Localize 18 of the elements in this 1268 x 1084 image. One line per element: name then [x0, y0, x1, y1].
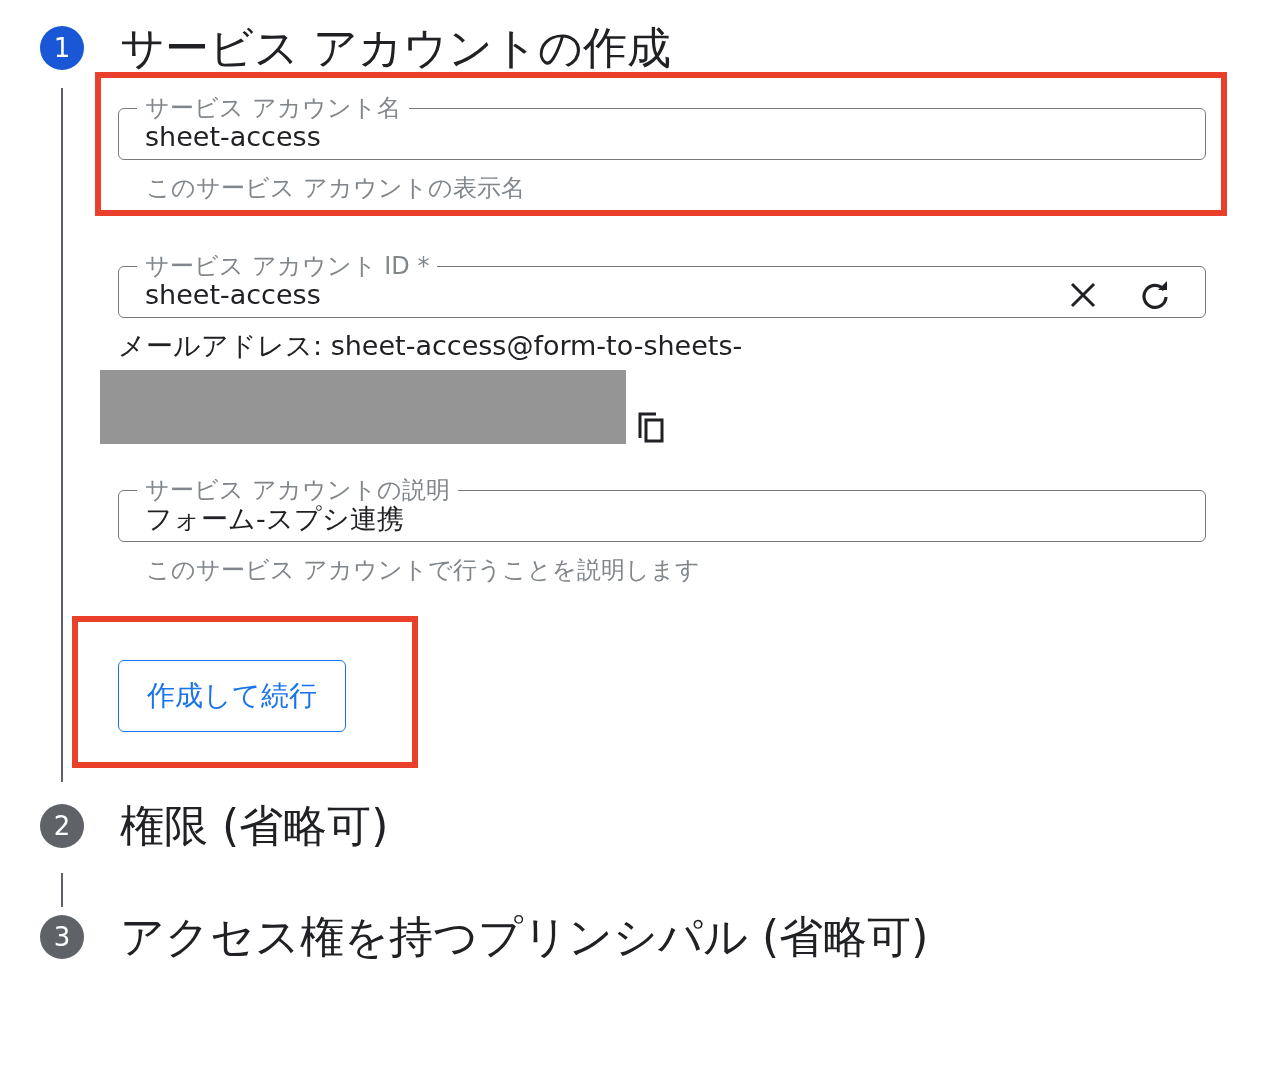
close-icon[interactable]: [1069, 280, 1097, 309]
field-value: フォーム-スプシ連携: [145, 502, 405, 536]
field-label: サービス アカウントの説明: [144, 475, 451, 505]
step-title: サービス アカウントの作成: [119, 24, 672, 72]
step-title: 権限 (省略可): [119, 802, 390, 850]
field-value: sheet-access: [145, 279, 322, 310]
helper-text: このサービス アカウントの表示名: [145, 173, 526, 204]
step-number: 2: [40, 804, 84, 848]
field-value: sheet-access: [145, 121, 322, 152]
create-continue-button[interactable]: 作成して続行: [118, 660, 346, 732]
helper-text: このサービス アカウントで行うことを説明します: [145, 555, 701, 586]
copy-icon[interactable]: [636, 410, 666, 444]
step-title: アクセス権を持つプリンシパル (省略可): [119, 913, 930, 961]
email-address: メールアドレス: sheet-access@form-to-sheets-: [118, 329, 744, 363]
field-label: サービス アカウント ID *: [144, 251, 431, 282]
field-label: サービス アカウント名: [144, 93, 402, 124]
step-number: 3: [40, 915, 84, 959]
step-number: 1: [40, 26, 84, 70]
